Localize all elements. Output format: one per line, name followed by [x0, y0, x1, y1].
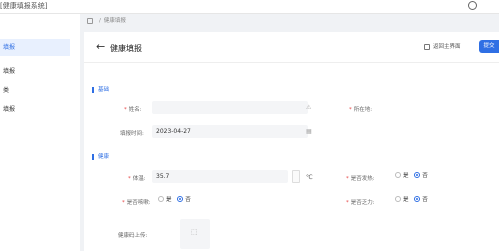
person-icon: ⚠ [306, 104, 312, 111]
fatigue-yes-label: 是 [403, 197, 409, 203]
sidebar-item-report-2[interactable]: 填报 [0, 101, 70, 118]
return-home-button[interactable]: 返回主界面 [424, 42, 461, 50]
top-bar: [健康填报系统] [0, 0, 499, 14]
page-title: 健康填报 [110, 44, 142, 53]
fever-no-radio[interactable] [414, 172, 421, 178]
name-field[interactable] [152, 101, 308, 114]
temperature-input[interactable]: 35.7 [152, 170, 288, 183]
cough-yes-radio[interactable] [158, 196, 164, 202]
fever-yes-radio[interactable] [395, 172, 401, 178]
section-basic: 基础 [92, 87, 109, 93]
user-icon[interactable] [468, 1, 477, 10]
form-card: ← 健康填报 返回主界面 提交 基础 * 姓名: ⚠ * 所在地: 填报时间: 20… [84, 32, 499, 251]
fatigue-label: * 是否乏力: [346, 200, 375, 206]
image-upload-icon: ⬚ [191, 228, 198, 236]
header-divider [84, 62, 499, 63]
sidebar-item-category[interactable]: 类 [0, 82, 70, 99]
fatigue-radio-group: 是 否 [395, 195, 432, 204]
name-label: * 姓名: [124, 107, 142, 113]
health-code-upload[interactable]: ⬚ [180, 219, 210, 249]
fever-radio-group: 是 否 [395, 171, 432, 180]
temperature-label: * 体温: [128, 176, 146, 182]
fever-yes-label: 是 [403, 173, 409, 179]
breadcrumb-current: 健康填报 [103, 18, 126, 24]
cough-yes-label: 是 [166, 197, 172, 203]
date-label: 填报时间: [120, 131, 144, 137]
location-label: * 所在地: [349, 107, 373, 113]
breadcrumb-separator: / [99, 18, 101, 24]
sidebar: 填报 填报 类 填报 [0, 14, 80, 251]
fatigue-no-label: 否 [422, 197, 428, 203]
fatigue-yes-radio[interactable] [395, 196, 401, 202]
submit-button[interactable]: 提交 [479, 40, 499, 53]
fatigue-no-radio[interactable] [414, 196, 421, 202]
cough-radio-group: 是 否 [158, 195, 195, 204]
calendar-icon[interactable]: ▦ [306, 128, 312, 135]
fever-label: * 是否发热: [346, 176, 375, 182]
cough-no-radio[interactable] [177, 196, 184, 202]
home-icon[interactable] [87, 17, 93, 24]
temperature-unit: ℃ [306, 174, 313, 181]
section-health: 健康 [92, 154, 109, 160]
cough-no-label: 否 [185, 197, 191, 203]
return-icon [424, 43, 430, 50]
breadcrumb: / 健康填报 [87, 15, 126, 28]
back-arrow-icon[interactable]: ← [96, 41, 105, 52]
upload-label: 健康码上传: [118, 233, 148, 239]
cough-label: * 是否咳嗽: [122, 200, 151, 206]
app-title: [健康填报系统] [0, 2, 48, 10]
sidebar-item-fill-report[interactable]: 填报 [0, 39, 70, 56]
date-field[interactable]: 2023-04-27 [152, 125, 308, 138]
temperature-stepper[interactable] [292, 170, 300, 183]
fever-no-label: 否 [422, 173, 428, 179]
sidebar-item-report[interactable]: 填报 [0, 63, 70, 80]
